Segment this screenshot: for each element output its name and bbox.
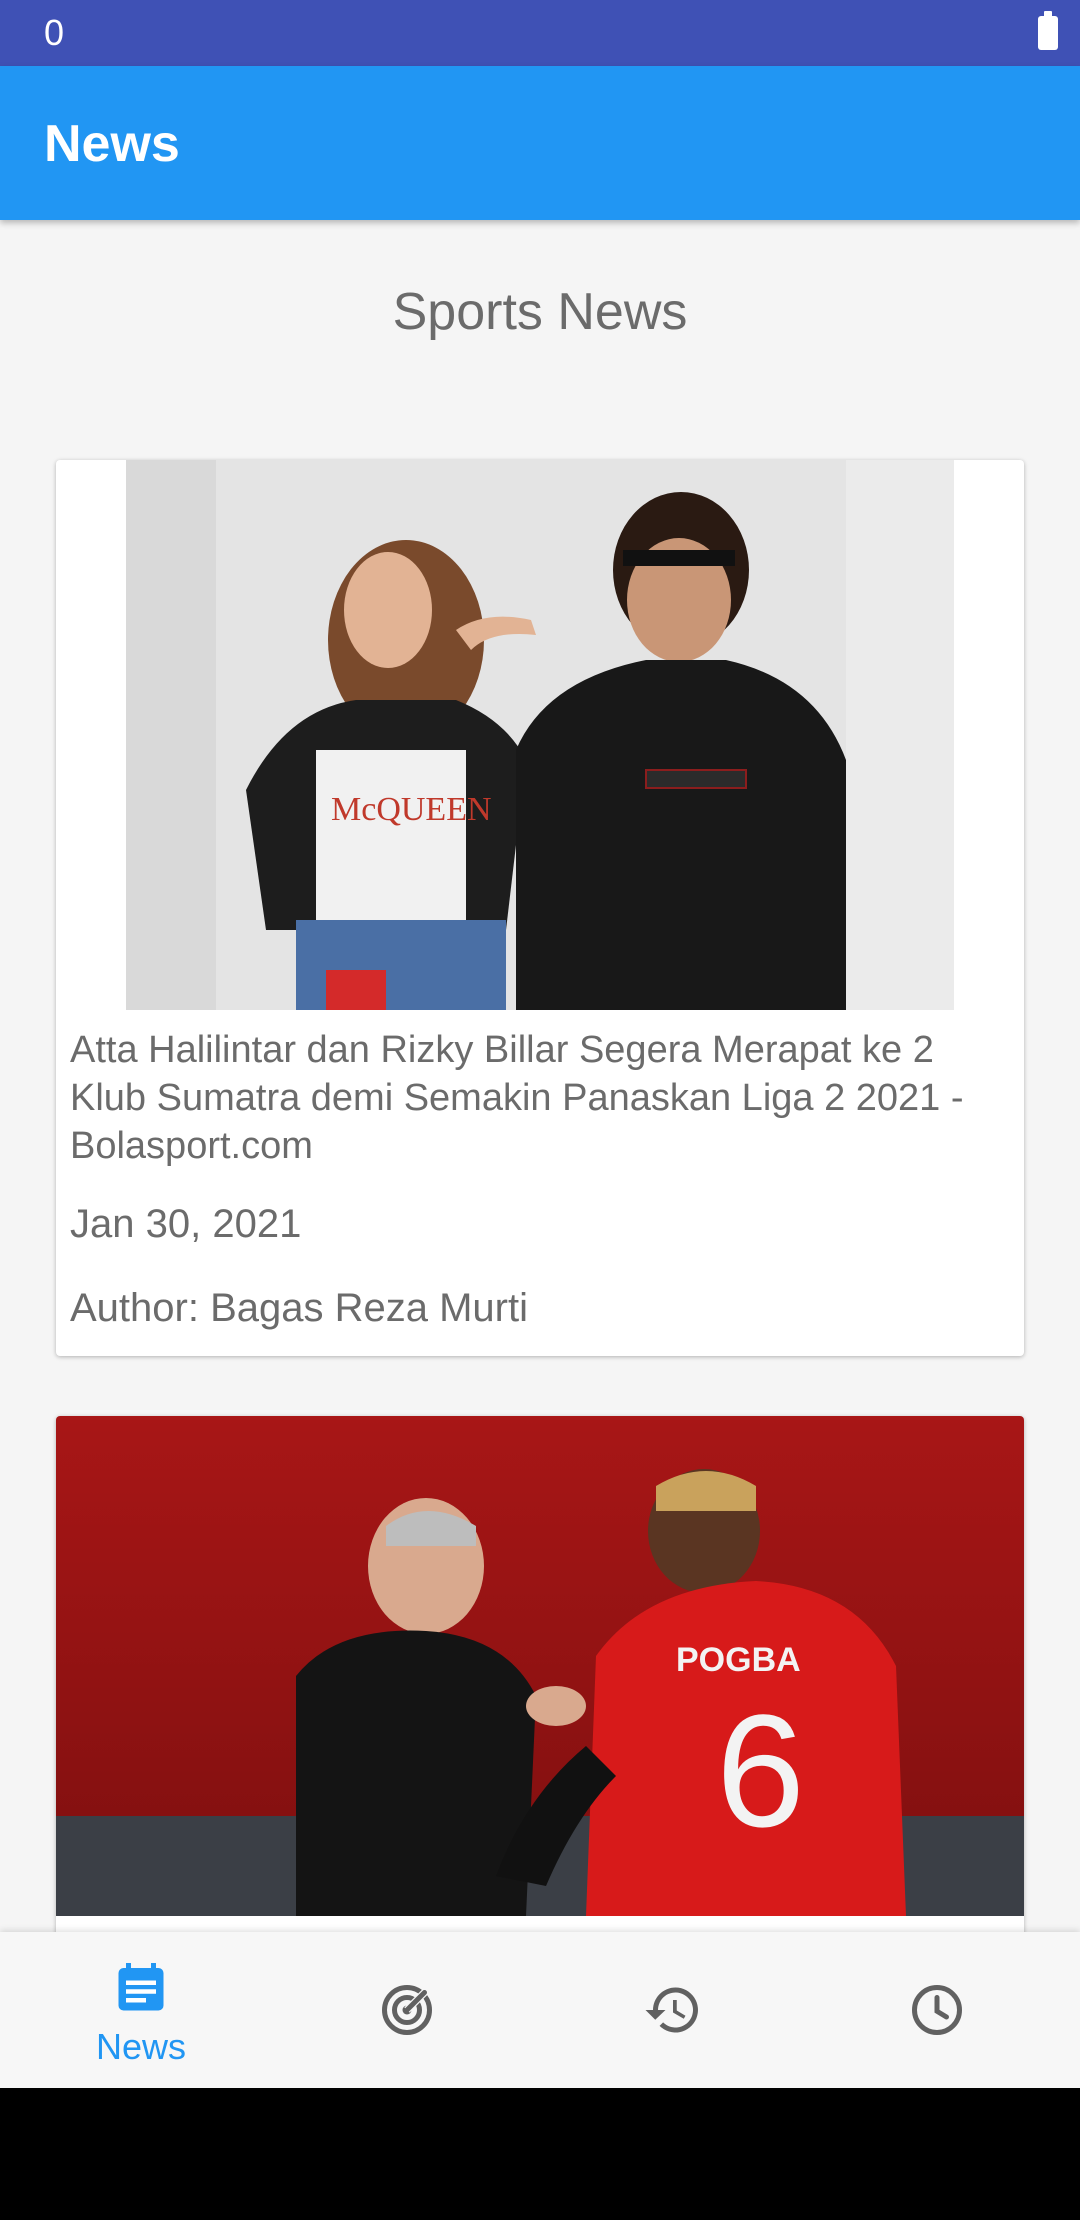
section-title: Sports News xyxy=(392,283,688,341)
radar-icon xyxy=(382,1985,432,2035)
article-image: POGBA 6 xyxy=(56,1416,1024,1916)
app-title: News xyxy=(44,115,180,173)
newspaper-icon xyxy=(118,1963,164,2011)
status-text: 0 xyxy=(44,12,65,53)
article-author: Author: Bagas Reza Murti xyxy=(70,1286,528,1330)
clock-icon xyxy=(912,1985,962,2035)
bottom-navigation: News xyxy=(0,1932,1080,2088)
nav-item-history[interactable] xyxy=(538,1932,808,2088)
svg-text:POGBA: POGBA xyxy=(676,1641,801,1679)
app-bar: News xyxy=(0,66,1080,220)
article-card[interactable]: McQUEEN Atta Halilintar dan Rizky Billar… xyxy=(56,460,1024,1356)
system-navigation-bar xyxy=(0,2088,1080,2220)
nav-item-clock[interactable] xyxy=(802,1932,1072,2088)
screen: 0 News Sports News McQUEEN Atta Halilint… xyxy=(0,0,1080,2220)
nav-label-news: News xyxy=(95,2026,187,2067)
status-bar: 0 xyxy=(0,0,1080,66)
svg-text:McQUEEN: McQUEEN xyxy=(331,791,492,828)
nav-item-radar[interactable] xyxy=(272,1932,542,2088)
article-date: Jan 30, 2021 xyxy=(70,1202,302,1246)
news-list[interactable]: Sports News McQUEEN Atta Halilintar dan … xyxy=(0,220,1080,1932)
article-card[interactable]: POGBA 6 xyxy=(56,1416,1024,1932)
history-icon xyxy=(645,1987,698,2033)
nav-item-news[interactable]: News xyxy=(6,1932,276,2088)
article-title: Atta Halilintar dan Rizky Billar Segera … xyxy=(70,1029,964,1167)
article-image: McQUEEN xyxy=(126,460,954,1010)
battery-icon xyxy=(1038,11,1058,50)
svg-text:6: 6 xyxy=(716,1681,805,1860)
